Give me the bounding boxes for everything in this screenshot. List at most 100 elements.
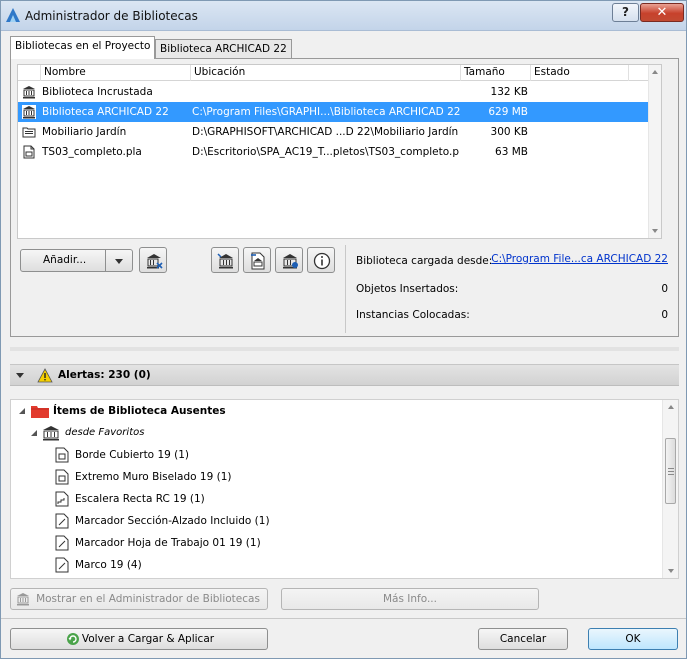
placed-instances-value: 0 bbox=[661, 309, 668, 321]
alerts-title: Alertas: 230 (0) bbox=[58, 369, 151, 381]
loaded-from-label: Biblioteca cargada desde: bbox=[356, 255, 493, 267]
folder-library-icon bbox=[22, 127, 36, 138]
library-name: TS03_completo.pla bbox=[42, 146, 142, 158]
tree-item-label: Extremo Muro Biselado 19 (1) bbox=[75, 471, 232, 483]
column-header-name[interactable]: Nombre bbox=[40, 65, 190, 81]
grip-line bbox=[668, 468, 674, 469]
collapse-arrow-icon[interactable] bbox=[16, 373, 24, 379]
scroll-down-icon[interactable] bbox=[652, 229, 658, 233]
bim-server-library-button[interactable] bbox=[211, 247, 239, 273]
cancel-button[interactable]: Cancelar bbox=[478, 628, 568, 650]
library-size: 132 KB bbox=[490, 86, 528, 98]
library-name: Biblioteca ARCHICAD 22 bbox=[42, 106, 169, 118]
reload-icon bbox=[67, 633, 79, 645]
close-button[interactable]: ✕ bbox=[640, 3, 684, 22]
marker-file-icon bbox=[55, 557, 69, 573]
library-remove-icon bbox=[147, 254, 163, 269]
window-title: Administrador de Bibliotecas bbox=[25, 9, 198, 23]
stair-file-icon bbox=[55, 491, 69, 507]
column-header-status[interactable]: Estado bbox=[530, 65, 628, 81]
more-info-button[interactable]: Más Info... bbox=[281, 588, 539, 610]
reload-label: Volver a Cargar & Aplicar bbox=[81, 633, 215, 645]
expanded-triangle-icon[interactable] bbox=[31, 430, 38, 437]
scroll-down-icon[interactable] bbox=[668, 569, 674, 573]
tab-libraries-in-project[interactable]: Bibliotecas en el Proyecto bbox=[10, 36, 156, 59]
chevron-down-icon bbox=[115, 259, 123, 264]
library-settings-button[interactable] bbox=[275, 247, 303, 273]
list-scrollbar[interactable] bbox=[648, 65, 661, 238]
add-dropdown-button[interactable] bbox=[105, 249, 133, 272]
library-location: D:\GRAPHISOFT\ARCHICAD ...D 22\Mobiliari… bbox=[192, 126, 459, 138]
reload-and-apply-button[interactable]: Volver a Cargar & Aplicar bbox=[10, 628, 268, 650]
column-header-icon bbox=[18, 65, 40, 81]
vertical-separator bbox=[345, 245, 346, 333]
alerts-header[interactable]: Alertas: 230 (0) bbox=[10, 364, 679, 386]
tree-scrollbar[interactable] bbox=[662, 400, 678, 578]
library-row-selected[interactable]: Biblioteca ARCHICAD 22 C:\Program Files\… bbox=[18, 102, 650, 122]
library-icon bbox=[22, 105, 36, 119]
ok-button[interactable]: OK bbox=[588, 628, 678, 650]
marker-file-icon bbox=[55, 535, 69, 551]
list-header: Nombre Ubicación Tamaño Estado bbox=[18, 65, 650, 81]
tab-panel: Nombre Ubicación Tamaño Estado Bibliotec… bbox=[10, 58, 679, 337]
library-icon bbox=[43, 426, 59, 441]
tree-group-label: Ítems de Biblioteca Ausentes bbox=[53, 405, 226, 417]
pla-file-icon bbox=[23, 145, 35, 159]
warning-icon bbox=[37, 368, 53, 383]
scroll-up-icon[interactable] bbox=[668, 405, 674, 409]
scroll-up-icon[interactable] bbox=[652, 70, 658, 74]
library-location: D:\Escritorio\SPA_AC19_T...pletos\TS03_c… bbox=[192, 146, 460, 158]
info-icon bbox=[313, 252, 331, 270]
library-list[interactable]: Nombre Ubicación Tamaño Estado Bibliotec… bbox=[17, 64, 662, 239]
info-button[interactable] bbox=[307, 247, 335, 273]
tree-item-label: Marco 19 (4) bbox=[75, 559, 142, 571]
library-manager-window: Administrador de Bibliotecas ? ✕ Bibliot… bbox=[0, 0, 687, 659]
grip-line bbox=[668, 471, 674, 472]
library-icon bbox=[17, 593, 29, 606]
object-file-icon bbox=[55, 469, 69, 485]
export-library-button[interactable] bbox=[243, 247, 271, 273]
library-size: 300 KB bbox=[490, 126, 528, 138]
column-header-location[interactable]: Ubicación bbox=[190, 65, 460, 81]
tree-subgroup-label: desde Favoritos bbox=[65, 427, 145, 438]
library-export-icon bbox=[251, 252, 265, 270]
title-bar[interactable]: Administrador de Bibliotecas ? ✕ bbox=[1, 1, 686, 31]
loaded-from-link[interactable]: C:\Program File...ca ARCHICAD 22 bbox=[491, 253, 668, 265]
placed-instances-label: Instancias Colocadas: bbox=[356, 309, 470, 321]
library-settings-icon bbox=[283, 254, 298, 269]
library-name: Mobiliario Jardín bbox=[42, 126, 127, 138]
object-file-icon bbox=[55, 447, 69, 463]
column-header-filler bbox=[628, 65, 650, 81]
tab-archicad-22-library[interactable]: Biblioteca ARCHICAD 22 bbox=[155, 39, 292, 59]
expanded-triangle-icon[interactable] bbox=[19, 408, 26, 415]
marker-file-icon bbox=[55, 513, 69, 529]
tree-item-label: Marcador Hoja de Trabajo 01 19 (1) bbox=[75, 537, 261, 549]
library-size: 629 MB bbox=[488, 106, 528, 118]
inserted-objects-value: 0 bbox=[661, 283, 668, 295]
column-header-size[interactable]: Tamaño bbox=[460, 65, 530, 81]
library-row[interactable]: TS03_completo.pla D:\Escritorio\SPA_AC19… bbox=[18, 142, 650, 162]
footer-separator bbox=[1, 618, 686, 619]
library-size: 63 MB bbox=[495, 146, 528, 158]
library-bim-server-icon bbox=[217, 253, 233, 269]
remove-library-button[interactable] bbox=[139, 247, 167, 273]
show-in-manager-label: Mostrar en el Administrador de Bibliotec… bbox=[36, 593, 260, 605]
archicad-app-icon bbox=[6, 8, 20, 22]
splitter[interactable] bbox=[10, 347, 679, 351]
library-name: Biblioteca Incrustada bbox=[42, 86, 153, 98]
library-icon bbox=[23, 86, 35, 99]
tree-item-label: Marcador Sección-Alzado Incluido (1) bbox=[75, 515, 270, 527]
library-row[interactable]: Mobiliario Jardín D:\GRAPHISOFT\ARCHICAD… bbox=[18, 122, 650, 142]
help-button[interactable]: ? bbox=[612, 3, 639, 22]
library-row[interactable]: Biblioteca Incrustada 132 KB bbox=[18, 82, 650, 102]
show-in-library-manager-button[interactable]: Mostrar en el Administrador de Bibliotec… bbox=[10, 588, 268, 610]
grip-line bbox=[668, 474, 674, 475]
add-label: Añadir... bbox=[43, 254, 87, 266]
red-folder-icon bbox=[31, 406, 49, 418]
tree-item-label: Escalera Recta RC 19 (1) bbox=[75, 493, 205, 505]
alerts-tree[interactable]: Ítems de Biblioteca Ausentes desde Favor… bbox=[10, 399, 679, 579]
inserted-objects-label: Objetos Insertados: bbox=[356, 283, 459, 295]
tree-item-label: Borde Cubierto 19 (1) bbox=[75, 449, 190, 461]
library-location: C:\Program Files\GRAPHI...\Biblioteca AR… bbox=[192, 106, 460, 118]
scroll-thumb[interactable] bbox=[665, 438, 676, 504]
